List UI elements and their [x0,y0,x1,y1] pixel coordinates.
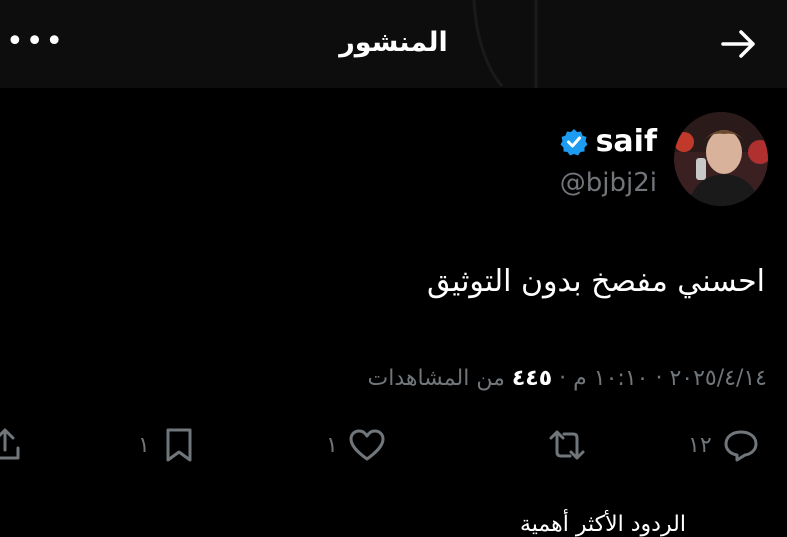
post-datetime[interactable]: ٢٠٢٥/٤/١٤ · ١٠:١٠ م · [559,366,767,391]
views-label: من المشاهدات [367,366,505,391]
reply-icon [724,430,758,462]
post-text: احسني مفصخ بدون التوثيق [427,264,765,299]
bookmark-icon [166,428,192,462]
share-icon [0,428,20,460]
share-button[interactable] [0,426,24,464]
avatar-image [674,112,768,206]
reply-button[interactable]: ١٢ [688,426,760,464]
page-title: المنشور [339,27,448,58]
action-bar: ١٢ ١ ١ [0,426,787,476]
avatar[interactable] [674,112,768,206]
back-arrow-icon[interactable] [719,24,759,64]
replies-sort-label[interactable]: الردود الأكثر أهمية [520,512,686,537]
repost-icon [549,430,585,460]
author-name: saif [595,124,657,159]
verified-icon [560,128,588,155]
author-handle[interactable]: @bjbj2i [560,168,657,198]
author-name-row[interactable]: saif [560,124,657,159]
post-meta: ٢٠٢٥/٤/١٤ · ١٠:١٠ م · ٤٤٥ من المشاهدات [368,366,768,391]
bookmark-button[interactable]: ١ [138,426,198,464]
bookmark-count: ١ [138,432,150,458]
like-button[interactable]: ١ [326,426,386,464]
reply-count: ١٢ [688,432,712,458]
like-count: ١ [326,432,338,458]
top-bar: ••• المنشور [0,0,787,88]
like-icon [349,429,385,461]
views-count: ٤٤٥ [511,366,553,391]
repost-button[interactable] [538,426,586,464]
